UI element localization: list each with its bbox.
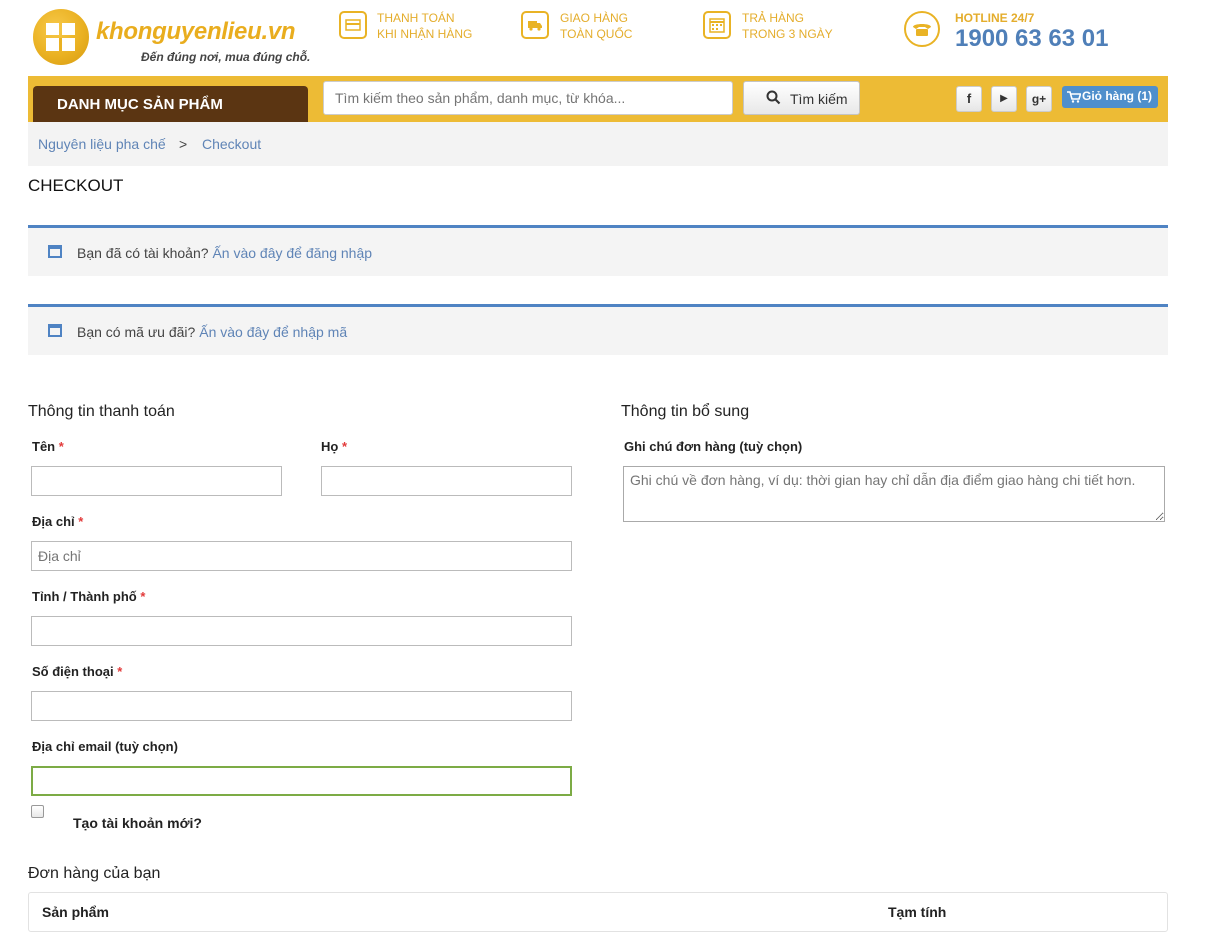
required-mark: *: [117, 664, 123, 679]
feature-returns-line1: TRẢ HÀNG: [742, 11, 805, 25]
feature-returns-line2: TRONG 3 NGÀY: [742, 27, 833, 41]
logo-icon[interactable]: [33, 9, 89, 65]
login-notice-text: Bạn đã có tài khoản?: [77, 245, 209, 261]
coupon-notice-text: Bạn có mã ưu đãi?: [77, 324, 196, 340]
last-name-field[interactable]: [321, 466, 572, 496]
search-button-label: Tìm kiếm: [790, 91, 848, 107]
login-notice: Bạn đã có tài khoản? Ấn vào đây để đăng …: [28, 225, 1168, 276]
feature-returns: TRẢ HÀNG TRONG 3 NGÀY: [742, 10, 833, 42]
required-mark: *: [58, 439, 64, 454]
category-menu-button[interactable]: DANH MỤC SẢN PHẨM: [33, 86, 308, 122]
breadcrumb-separator: >: [179, 136, 188, 152]
category-menu-label: DANH MỤC SẢN PHẨM: [57, 96, 223, 113]
search-icon: [766, 90, 781, 105]
feature-payment: THANH TOÁN KHI NHẬN HÀNG: [377, 10, 472, 42]
breadcrumb-home-link[interactable]: Nguyên liệu pha chế: [38, 136, 166, 152]
feature-payment-line2: KHI NHẬN HÀNG: [377, 27, 473, 41]
hotline-number[interactable]: 1900 63 63 01: [955, 25, 1108, 53]
window-icon: [48, 245, 62, 258]
last-name-label-text: Họ: [321, 439, 339, 454]
required-mark: *: [341, 439, 348, 454]
coupon-notice: Bạn có mã ưu đãi? Ấn vào đây để nhập mã: [28, 304, 1168, 355]
order-table: [28, 892, 1168, 932]
create-account-label[interactable]: Tạo tài khoản mới?: [73, 815, 202, 831]
phone-label: Số điện thoại *: [32, 664, 122, 679]
search-input[interactable]: [323, 81, 733, 115]
create-account-checkbox[interactable]: [31, 805, 44, 818]
required-mark: *: [78, 514, 84, 529]
phone-field[interactable]: [31, 691, 572, 721]
first-name-label: Tên *: [32, 439, 64, 454]
city-label-text: Tỉnh / Thành phố: [32, 589, 137, 604]
truck-icon: [521, 11, 549, 39]
page-title: CHECKOUT: [28, 176, 124, 195]
calendar-icon: [703, 11, 731, 39]
feature-payment-line1: THANH TOÁN: [377, 11, 455, 25]
address-field[interactable]: [31, 541, 572, 571]
brand-name[interactable]: khonguyenlieu.vn: [96, 18, 296, 46]
address-label: Địa chỉ *: [32, 514, 83, 529]
login-link[interactable]: Ấn vào đây để đăng nhập: [212, 245, 372, 261]
order-notes-label: Ghi chú đơn hàng (tuỳ chọn): [624, 439, 803, 454]
breadcrumb: [28, 122, 1168, 166]
phone-label-text: Số điện thoại: [32, 664, 114, 679]
column-header-product: Sản phẩm: [42, 904, 109, 920]
first-name-label-text: Tên: [32, 439, 56, 454]
cart-label: Giỏ hàng (1): [1082, 89, 1152, 103]
city-field[interactable]: [31, 616, 572, 646]
brand-tagline: Đến đúng nơi, mua đúng chỗ.: [141, 50, 311, 64]
breadcrumb-current[interactable]: Checkout: [202, 136, 261, 152]
address-label-text: Địa chỉ: [32, 514, 75, 529]
email-field[interactable]: [31, 766, 572, 796]
billing-title: Thông tin thanh toán: [28, 403, 175, 420]
column-header-subtotal: Tạm tính: [888, 904, 947, 920]
facebook-icon[interactable]: f: [956, 86, 982, 112]
feature-shipping-line2: TOÀN QUỐC: [560, 27, 633, 41]
youtube-icon[interactable]: ▶: [991, 86, 1017, 112]
additional-title: Thông tin bổ sung: [621, 403, 750, 420]
email-label: Địa chỉ email (tuỳ chọn): [32, 739, 178, 754]
cart-button[interactable]: Giỏ hàng (1): [1062, 86, 1158, 108]
order-title: Đơn hàng của bạn: [28, 865, 161, 882]
credit-card-icon: [339, 11, 367, 39]
feature-shipping: GIAO HÀNG TOÀN QUỐC: [560, 10, 632, 42]
feature-shipping-line1: GIAO HÀNG: [560, 11, 629, 25]
google-plus-icon[interactable]: g+: [1026, 86, 1052, 112]
order-notes-field[interactable]: [623, 466, 1165, 522]
coupon-link[interactable]: Ấn vào đây để nhập mã: [199, 324, 347, 340]
cart-icon: [1067, 91, 1081, 103]
phone-icon: [904, 11, 940, 47]
hotline-label: HOTLINE 24/7: [955, 11, 1035, 25]
required-mark: *: [140, 589, 146, 604]
city-label: Tỉnh / Thành phố *: [32, 589, 145, 604]
last-name-label: Họ *: [321, 439, 347, 454]
first-name-field[interactable]: [31, 466, 282, 496]
window-icon: [48, 324, 62, 337]
search-button[interactable]: Tìm kiếm: [743, 81, 860, 115]
